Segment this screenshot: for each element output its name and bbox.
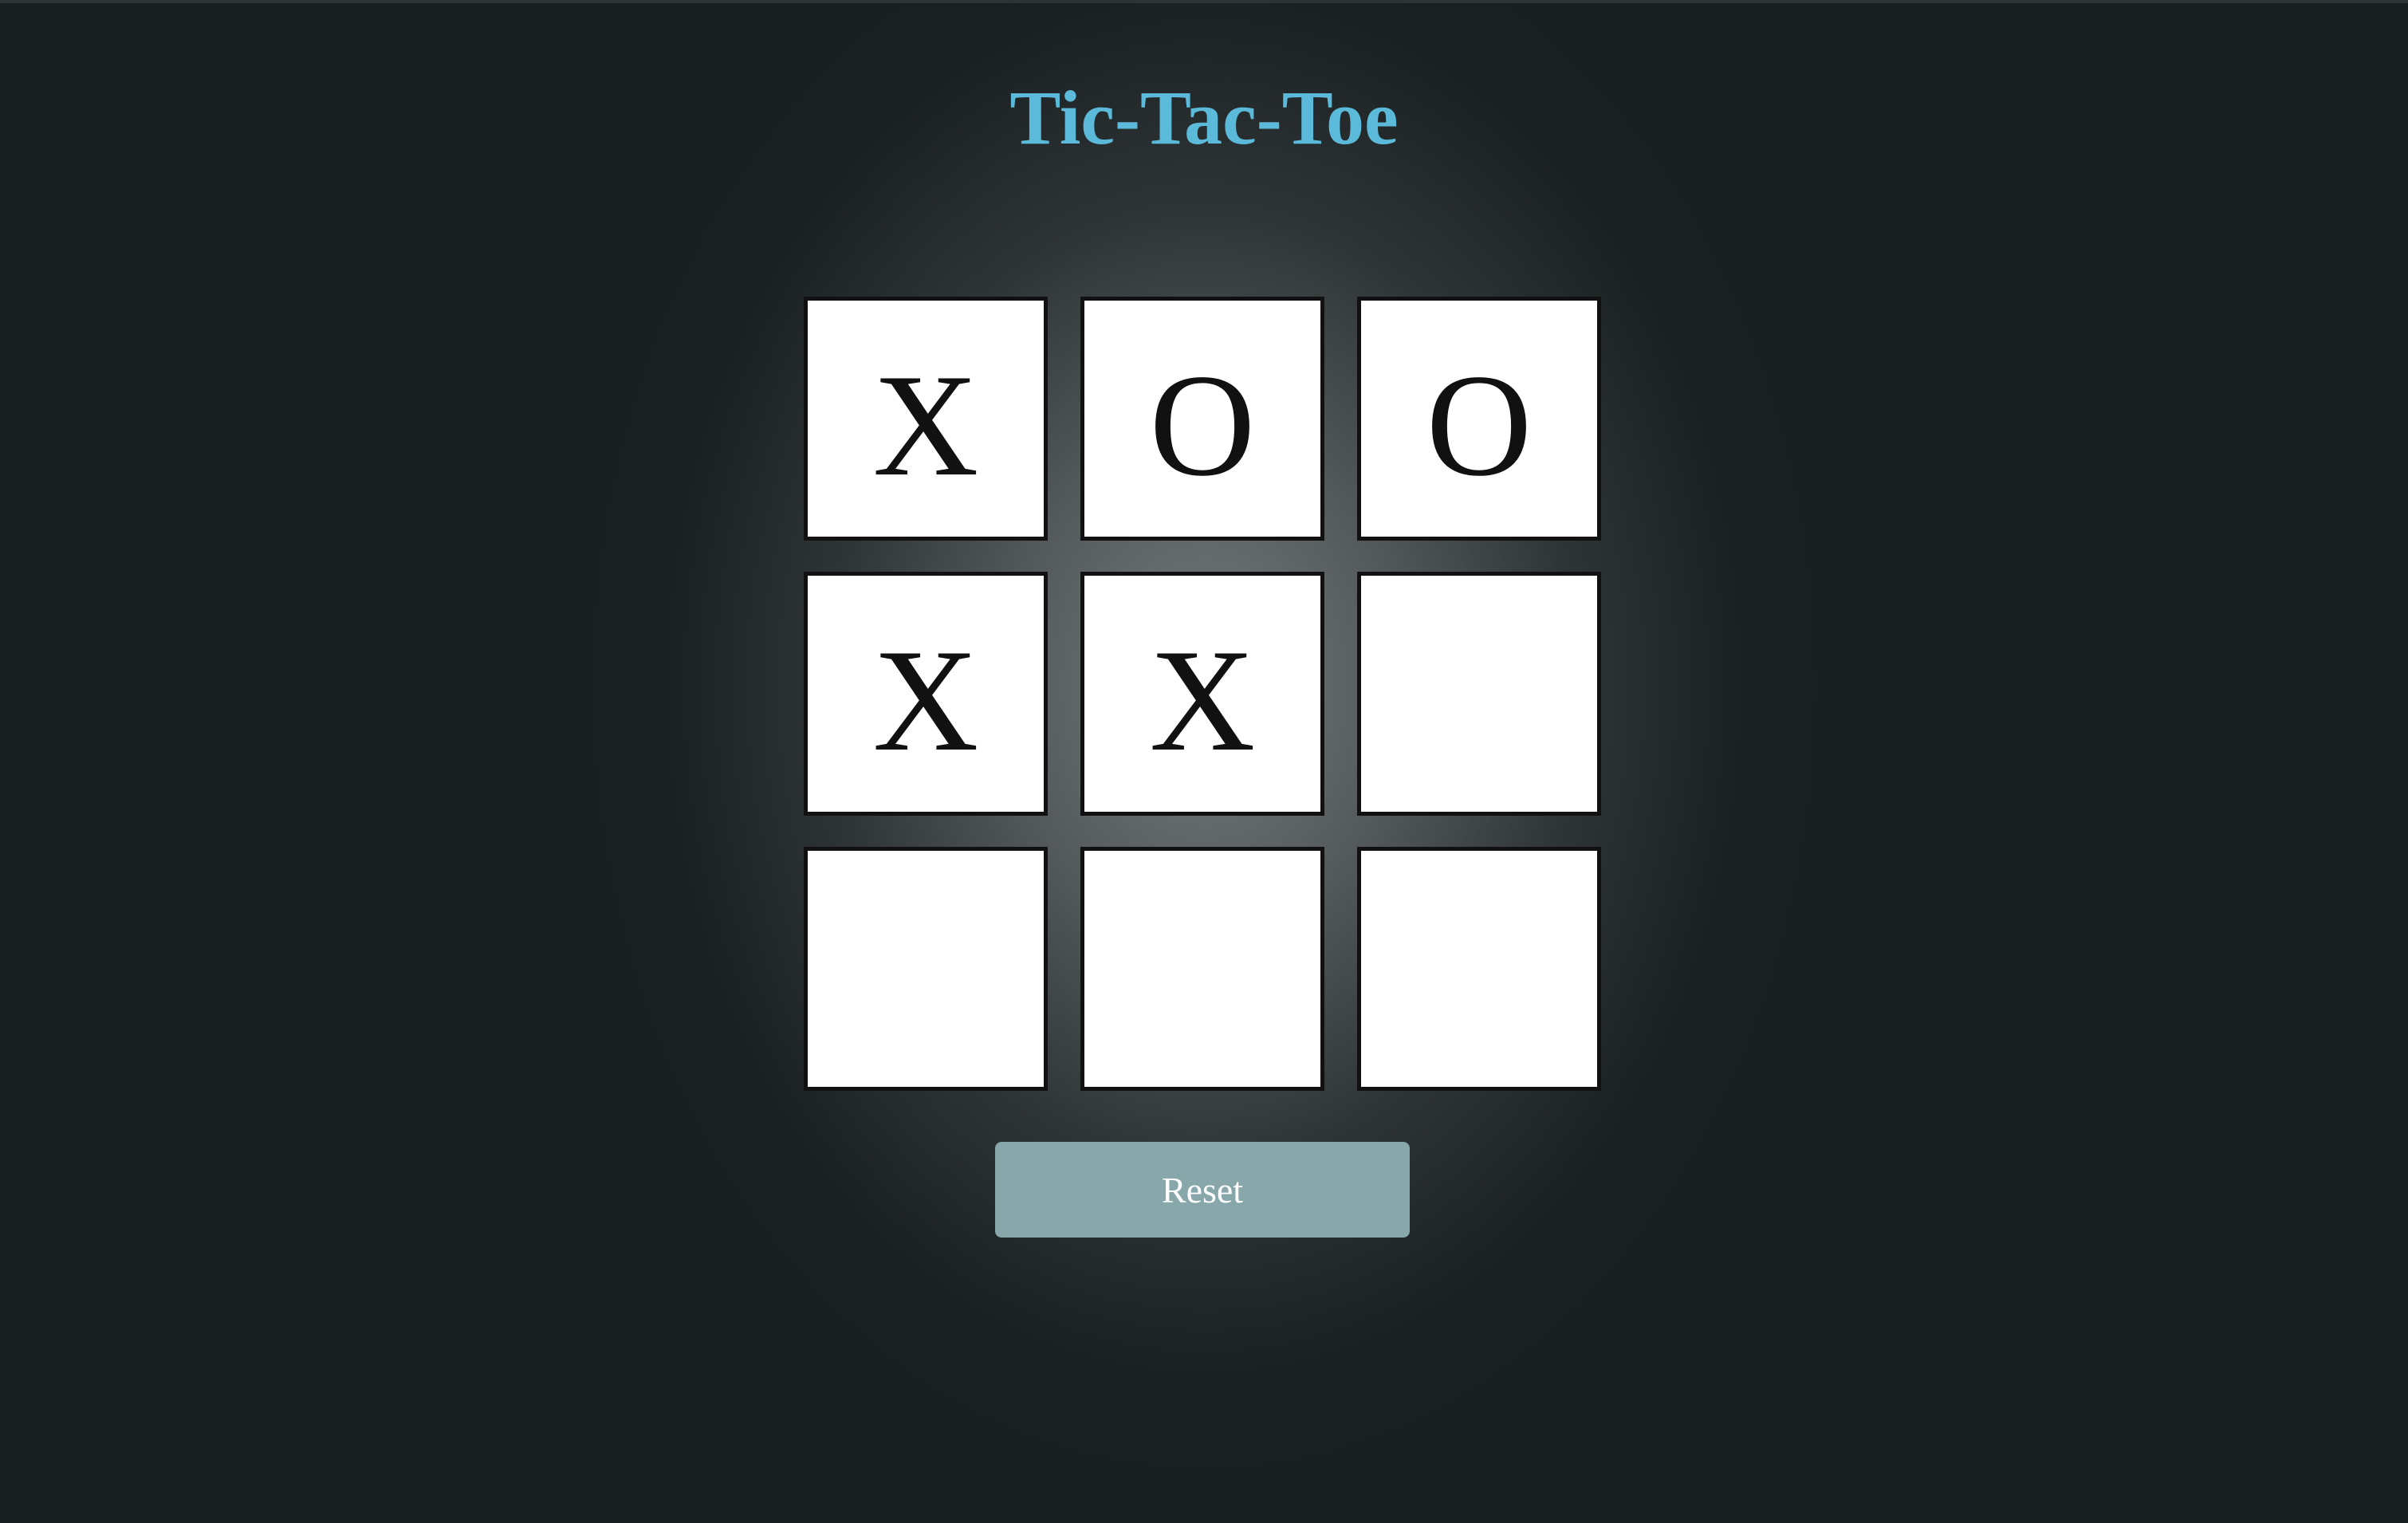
reset-button[interactable]: Reset (995, 1142, 1410, 1238)
page-title: Tic-Tac-Toe (1009, 75, 1399, 160)
cell-2[interactable]: O (1080, 297, 1324, 541)
cell-1[interactable]: X (804, 297, 1048, 541)
cell-9[interactable] (1357, 847, 1601, 1091)
game-board: X O O X X (804, 297, 1601, 1091)
cell-4[interactable]: X (804, 572, 1048, 816)
cell-mark: O (1426, 344, 1533, 506)
cell-3[interactable]: O (1357, 297, 1601, 541)
cell-mark: O (1149, 344, 1256, 506)
cell-7[interactable] (804, 847, 1048, 1091)
cell-6[interactable] (1357, 572, 1601, 816)
cell-5[interactable]: X (1080, 572, 1324, 816)
cell-mark: X (872, 344, 979, 506)
cell-8[interactable] (1080, 847, 1324, 1091)
top-border (0, 0, 2408, 3)
cell-mark: X (1149, 619, 1256, 781)
cell-mark: X (872, 619, 979, 781)
